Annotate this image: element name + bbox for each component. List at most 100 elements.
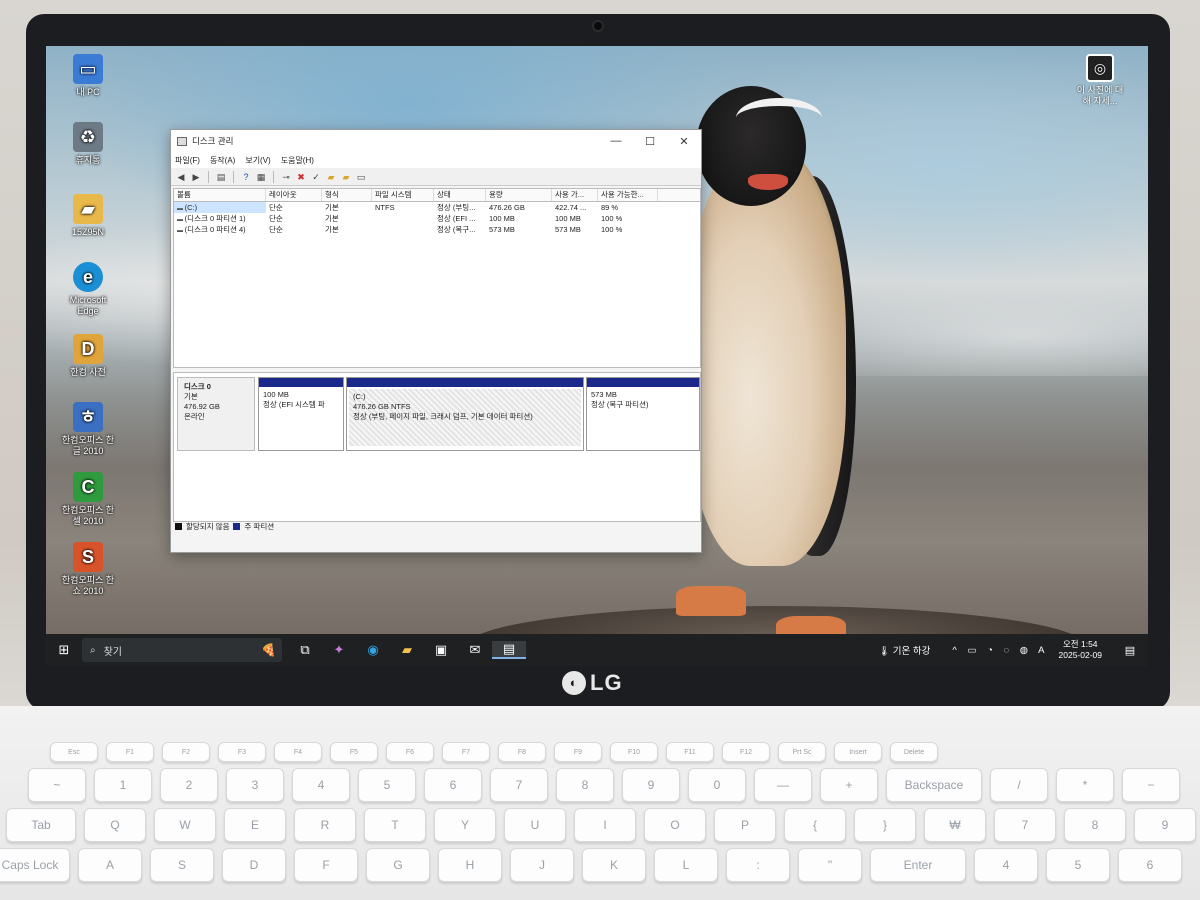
key-row3-15[interactable]: 6: [1118, 848, 1182, 882]
key-frow-3[interactable]: F3: [218, 742, 266, 762]
key-row3-3[interactable]: D: [222, 848, 286, 882]
key-frow-12[interactable]: F12: [722, 742, 770, 762]
key-row2-7[interactable]: U: [504, 808, 566, 842]
key-frow-10[interactable]: F10: [610, 742, 658, 762]
key-row3-4[interactable]: F: [294, 848, 358, 882]
key-row1-14[interactable]: /: [990, 768, 1048, 802]
maximize-button[interactable]: ☐: [633, 135, 667, 148]
notification-icon[interactable]: ▤: [1120, 644, 1140, 657]
task-view-icon[interactable]: ⧉: [288, 642, 322, 658]
key-row1-5[interactable]: 5: [358, 768, 416, 802]
key-row2-3[interactable]: E: [224, 808, 286, 842]
key-row2-1[interactable]: Q: [84, 808, 146, 842]
column-file-system[interactable]: 파일 시스템: [372, 189, 434, 201]
column-layout[interactable]: 레이아웃: [266, 189, 322, 201]
help-icon[interactable]: ?: [240, 171, 252, 183]
key-row2-5[interactable]: T: [364, 808, 426, 842]
key-row1-1[interactable]: 1: [94, 768, 152, 802]
clock[interactable]: 오전 1:54 2025-02-09: [1059, 639, 1102, 661]
start-button[interactable]: ⊞: [46, 642, 82, 658]
key-row2-15[interactable]: 8: [1064, 808, 1126, 842]
forward-icon[interactable]: ▶: [190, 171, 202, 183]
key-frow-7[interactable]: F7: [442, 742, 490, 762]
key-frow-4[interactable]: F4: [274, 742, 322, 762]
disk-management-window[interactable]: 디스크 관리 — ☐ ✕ 파일(F) 동작(A) 보기(V) 도움말(H) ◀ …: [170, 129, 702, 553]
list-view-icon[interactable]: ▭: [355, 171, 367, 183]
key-row2-9[interactable]: O: [644, 808, 706, 842]
desktop-icon-recycle-bin[interactable]: ♻ 휴지통: [58, 122, 118, 166]
key-row1-3[interactable]: 3: [226, 768, 284, 802]
column-status[interactable]: 상태: [434, 189, 486, 201]
key-row3-12[interactable]: Enter: [870, 848, 966, 882]
minimize-button[interactable]: —: [599, 135, 633, 147]
key-row1-12[interactable]: +: [820, 768, 878, 802]
key-frow-8[interactable]: F8: [498, 742, 546, 762]
column-free-space[interactable]: 사용 가...: [552, 189, 598, 201]
key-row3-2[interactable]: S: [150, 848, 214, 882]
desktop-icon-hancom-dictionary[interactable]: D 한컴 사전: [58, 334, 118, 378]
key-row3-13[interactable]: 4: [974, 848, 1038, 882]
menu-action[interactable]: 동작(A): [210, 155, 235, 166]
desktop-icon-user-folder[interactable]: ▰ 15Z95N: [58, 194, 118, 238]
key-row3-0[interactable]: Caps Lock: [0, 848, 70, 882]
partition-recovery[interactable]: 573 MB 정상 (복구 파티션): [586, 377, 700, 451]
column-percent-free[interactable]: 사용 가능한...: [598, 189, 658, 201]
back-icon[interactable]: ◀: [175, 171, 187, 183]
key-row1-2[interactable]: 2: [160, 768, 218, 802]
menu-help[interactable]: 도움말(H): [281, 155, 314, 166]
key-row1-6[interactable]: 6: [424, 768, 482, 802]
tray-icons[interactable]: ^ ▭ ◔ ◌ ◍ A: [952, 645, 1048, 656]
key-frow-5[interactable]: F5: [330, 742, 378, 762]
close-button[interactable]: ✕: [667, 135, 701, 148]
key-row2-8[interactable]: I: [574, 808, 636, 842]
key-row3-9[interactable]: L: [654, 848, 718, 882]
key-row3-14[interactable]: 5: [1046, 848, 1110, 882]
table-row[interactable]: (디스크 0 파티션 1) 단순 기본 정상 (EFI ... 100 MB 1…: [174, 213, 700, 224]
edge-taskbar-icon[interactable]: ◉: [356, 642, 390, 658]
explore-folder-icon[interactable]: ▰: [340, 171, 352, 183]
key-row2-16[interactable]: 9: [1134, 808, 1196, 842]
key-row2-13[interactable]: ₩: [924, 808, 986, 842]
column-volume[interactable]: 볼륨: [174, 189, 266, 201]
menu-view[interactable]: 보기(V): [245, 155, 270, 166]
key-row2-12[interactable]: }: [854, 808, 916, 842]
desktop-icon-hanshow[interactable]: S 한컴오피스 한쇼 2010: [58, 542, 118, 597]
key-row2-11[interactable]: {: [784, 808, 846, 842]
file-explorer-icon[interactable]: ▰: [390, 642, 424, 658]
key-row1-9[interactable]: 9: [622, 768, 680, 802]
mail-icon[interactable]: ✉: [458, 642, 492, 658]
properties-icon[interactable]: ▤: [215, 171, 227, 183]
key-row2-14[interactable]: 7: [994, 808, 1056, 842]
table-row[interactable]: (디스크 0 파티션 4) 단순 기본 정상 (복구... 573 MB 573…: [174, 224, 700, 235]
key-row1-0[interactable]: ~: [28, 768, 86, 802]
key-row3-5[interactable]: G: [366, 848, 430, 882]
partition-efi[interactable]: 100 MB 정상 (EFI 시스템 파: [258, 377, 344, 451]
key-row3-1[interactable]: A: [78, 848, 142, 882]
key-row3-8[interactable]: K: [582, 848, 646, 882]
menu-file[interactable]: 파일(F): [175, 155, 200, 166]
disk-info-panel[interactable]: 디스크 0 기본 476.92 GB 온라인: [177, 377, 255, 451]
key-row2-0[interactable]: Tab: [6, 808, 76, 842]
disk-management-taskbar-icon[interactable]: ▤: [492, 641, 526, 659]
delete-icon[interactable]: ✖: [295, 171, 307, 183]
window-titlebar[interactable]: 디스크 관리 — ☐ ✕: [171, 130, 701, 152]
desktop-icon-hwp[interactable]: ㅎ 한컴오피스 한글 2010: [58, 402, 118, 457]
key-frow-15[interactable]: Delete: [890, 742, 938, 762]
check-icon[interactable]: ✓: [310, 171, 322, 183]
key-row3-10[interactable]: :: [726, 848, 790, 882]
column-type[interactable]: 형식: [322, 189, 372, 201]
key-row2-4[interactable]: R: [294, 808, 356, 842]
key-row1-7[interactable]: 7: [490, 768, 548, 802]
desktop-icon-pc[interactable]: ▭ 내 PC: [58, 54, 118, 98]
show-hide-icon[interactable]: ▦: [255, 171, 267, 183]
key-frow-9[interactable]: F9: [554, 742, 602, 762]
key-frow-14[interactable]: Insert: [834, 742, 882, 762]
key-row2-10[interactable]: P: [714, 808, 776, 842]
table-row[interactable]: (C:) 단순 기본 NTFS 정상 (부팅... 476.26 GB 422.…: [174, 202, 700, 213]
key-frow-2[interactable]: F2: [162, 742, 210, 762]
key-row2-2[interactable]: W: [154, 808, 216, 842]
key-row2-6[interactable]: Y: [434, 808, 496, 842]
key-row1-11[interactable]: —: [754, 768, 812, 802]
weather-widget[interactable]: 🌡 기온 하강: [878, 643, 930, 657]
learn-about-picture-shortcut[interactable]: ◎ 이 사진에 대해 자세...: [1074, 54, 1126, 107]
